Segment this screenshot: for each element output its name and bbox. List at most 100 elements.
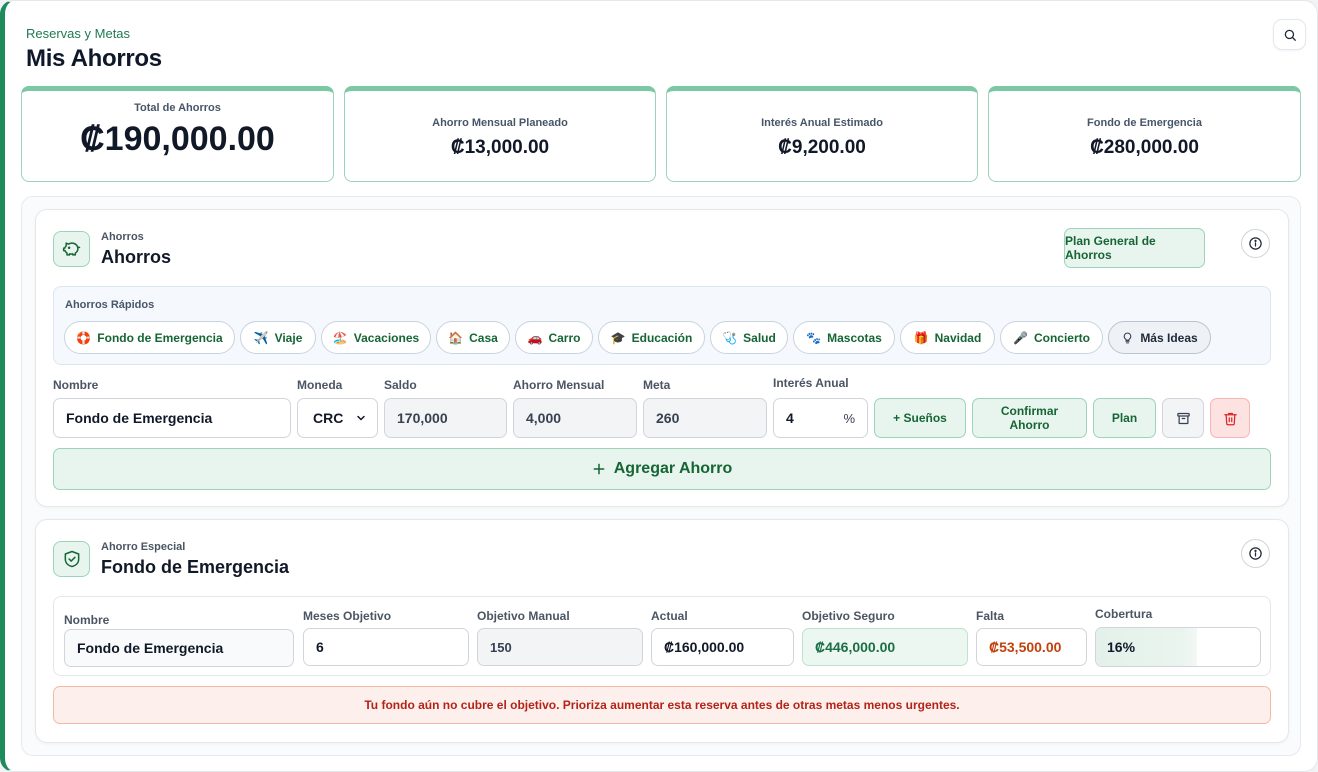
agregar-ahorro-label: Agregar Ahorro bbox=[613, 460, 733, 477]
shield-check-icon bbox=[53, 541, 90, 577]
chip-label: Concierto bbox=[1033, 330, 1090, 345]
quick-chip-casa[interactable]: 🏠 Casa bbox=[436, 321, 510, 354]
stat-value: ₡13,000.00 bbox=[450, 137, 550, 158]
label-moneda: Moneda bbox=[297, 378, 343, 392]
saldo-field[interactable]: 170,000 bbox=[384, 398, 507, 438]
chip-label: Navidad bbox=[934, 330, 982, 345]
plus-icon bbox=[593, 463, 605, 475]
quick-chip-mas-ideas[interactable]: Más Ideas bbox=[1108, 321, 1211, 354]
meta-field[interactable]: 260 bbox=[643, 398, 767, 438]
quick-chip-navidad[interactable]: 🎁 Navidad bbox=[900, 321, 995, 354]
gift-icon: 🎁 bbox=[913, 330, 929, 345]
agregar-ahorro-button[interactable]: Agregar Ahorro bbox=[53, 448, 1271, 490]
falta-field: ₡53,500.00 bbox=[976, 628, 1087, 666]
label-ahorro-mensual: Ahorro Mensual bbox=[513, 378, 605, 392]
section-title: Ahorros bbox=[101, 247, 172, 267]
stat-ahorro-mensual: Ahorro Mensual Planeado ₡13,000.00 bbox=[344, 86, 656, 182]
plan-button[interactable]: Plan bbox=[1093, 398, 1156, 438]
archive-icon bbox=[1176, 412, 1190, 424]
stat-value: ₡280,000.00 bbox=[1090, 137, 1199, 158]
moneda-select[interactable]: CRC bbox=[297, 398, 378, 438]
stethoscope-icon: 🩺 bbox=[722, 330, 738, 345]
cobertura-bar: 16% bbox=[1095, 627, 1261, 667]
stat-interes-anual: Interés Anual Estimado ₡9,200.00 bbox=[666, 86, 978, 182]
piggy-bank-icon bbox=[53, 231, 90, 267]
quick-savings-label: Ahorros Rápidos bbox=[65, 299, 155, 311]
label-falta: Falta bbox=[976, 609, 1005, 623]
info-button[interactable] bbox=[1241, 539, 1270, 568]
chip-label: Carro bbox=[548, 330, 581, 345]
ef-nombre-input[interactable]: Fondo de Emergencia bbox=[64, 629, 294, 667]
page-title: Mis Ahorros bbox=[26, 45, 162, 72]
actual-field: ₡160,000.00 bbox=[651, 628, 794, 666]
info-button[interactable] bbox=[1241, 229, 1270, 258]
label-interes-anual: Interés Anual bbox=[773, 376, 849, 390]
quick-chip-fondo-emergencia[interactable]: 🛟 Fondo de Emergencia bbox=[64, 321, 235, 354]
section-eyebrow: Ahorro Especial bbox=[101, 541, 186, 553]
quick-chip-carro[interactable]: 🚗 Carro bbox=[515, 321, 593, 354]
delete-button[interactable] bbox=[1210, 398, 1250, 438]
quick-chip-concierto[interactable]: 🎤 Concierto bbox=[1000, 321, 1103, 354]
paw-icon: 🐾 bbox=[806, 330, 822, 345]
stat-label: Ahorro Mensual Planeado bbox=[432, 117, 568, 129]
info-icon bbox=[1249, 547, 1262, 560]
label-nombre: Nombre bbox=[53, 378, 99, 392]
stat-total-ahorros: Total de Ahorros ₡190,000.00 bbox=[21, 86, 334, 182]
nombre-input[interactable]: Fondo de Emergencia bbox=[53, 398, 291, 438]
stat-value: ₡9,200.00 bbox=[778, 137, 866, 158]
quick-savings-panel: Ahorros Rápidos 🛟 Fondo de Emergencia ✈️ V… bbox=[53, 286, 1271, 365]
label-objetivo-manual: Objetivo Manual bbox=[477, 609, 570, 623]
beach-icon: 🏖️ bbox=[332, 330, 348, 345]
car-icon: 🚗 bbox=[527, 330, 543, 345]
objetivo-seguro-field: ₡446,000.00 bbox=[802, 628, 968, 666]
search-button[interactable] bbox=[1273, 19, 1306, 50]
fondo-emergencia-fields: Nombre Meses Objetivo Objetivo Manual Ac… bbox=[53, 596, 1271, 676]
meses-objetivo-input[interactable]: 6 bbox=[303, 628, 469, 666]
lifebuoy-icon: 🛟 bbox=[76, 330, 92, 345]
stat-fondo-emergencia: Fondo de Emergencia ₡280,000.00 bbox=[988, 86, 1301, 182]
lightbulb-icon bbox=[1124, 332, 1132, 343]
search-icon bbox=[1284, 29, 1296, 41]
ahorros-card: Ahorros Ahorros Plan General de Ahorros … bbox=[35, 209, 1289, 507]
quick-chip-viaje[interactable]: ✈️ Viaje bbox=[240, 321, 316, 354]
chip-label: Educación bbox=[631, 330, 693, 345]
label-saldo: Saldo bbox=[384, 378, 417, 392]
label-cobertura: Cobertura bbox=[1095, 607, 1153, 621]
quick-chip-vacaciones[interactable]: 🏖️ Vacaciones bbox=[321, 321, 431, 354]
stat-value: ₡190,000.00 bbox=[80, 120, 275, 158]
chip-label: Más Ideas bbox=[1140, 330, 1198, 345]
section-eyebrow: Ahorros bbox=[101, 231, 144, 243]
objetivo-manual-field[interactable]: 150 bbox=[477, 628, 643, 666]
stat-label: Total de Ahorros bbox=[134, 102, 221, 114]
quick-chip-mascotas[interactable]: 🐾 Mascotas bbox=[793, 321, 895, 354]
coverage-alert: Tu fondo aún no cubre el objetivo. Prior… bbox=[53, 686, 1271, 724]
label-nombre: Nombre bbox=[64, 613, 110, 627]
stat-label: Fondo de Emergencia bbox=[1087, 117, 1202, 129]
microphone-icon: 🎤 bbox=[1013, 330, 1028, 345]
chip-label: Casa bbox=[469, 330, 498, 345]
ahorro-mensual-field[interactable]: 4,000 bbox=[513, 398, 637, 438]
chip-label: Viaje bbox=[274, 330, 303, 345]
chevron-down-icon bbox=[357, 415, 365, 421]
label-meta: Meta bbox=[643, 378, 671, 392]
confirmar-ahorro-button[interactable]: Confirmar Ahorro bbox=[972, 398, 1087, 438]
stat-label: Interés Anual Estimado bbox=[761, 117, 883, 129]
house-icon: 🏠 bbox=[448, 330, 464, 345]
interes-anual-input[interactable]: 4 % bbox=[773, 398, 868, 438]
quick-chip-salud[interactable]: 🩺 Salud bbox=[710, 321, 788, 354]
suenos-button[interactable]: + Sueños bbox=[874, 398, 966, 438]
percent-suffix: % bbox=[843, 410, 855, 426]
quick-chip-educacion[interactable]: 🎓 Educación bbox=[598, 321, 705, 354]
label-objetivo-seguro: Objetivo Seguro bbox=[802, 609, 895, 623]
airplane-icon: ✈️ bbox=[253, 330, 269, 345]
chip-label: Fondo de Emergencia bbox=[97, 330, 223, 345]
page-eyebrow: Reservas y Metas bbox=[26, 26, 131, 41]
graduation-cap-icon: 🎓 bbox=[610, 330, 626, 345]
info-icon bbox=[1249, 237, 1262, 250]
interes-value: 4 bbox=[786, 410, 794, 426]
plan-general-button[interactable]: Plan General de Ahorros bbox=[1064, 228, 1205, 268]
chip-label: Salud bbox=[743, 330, 776, 345]
moneda-value: CRC bbox=[313, 410, 344, 426]
label-meses-objetivo: Meses Objetivo bbox=[303, 609, 392, 623]
archive-button[interactable] bbox=[1162, 398, 1204, 438]
